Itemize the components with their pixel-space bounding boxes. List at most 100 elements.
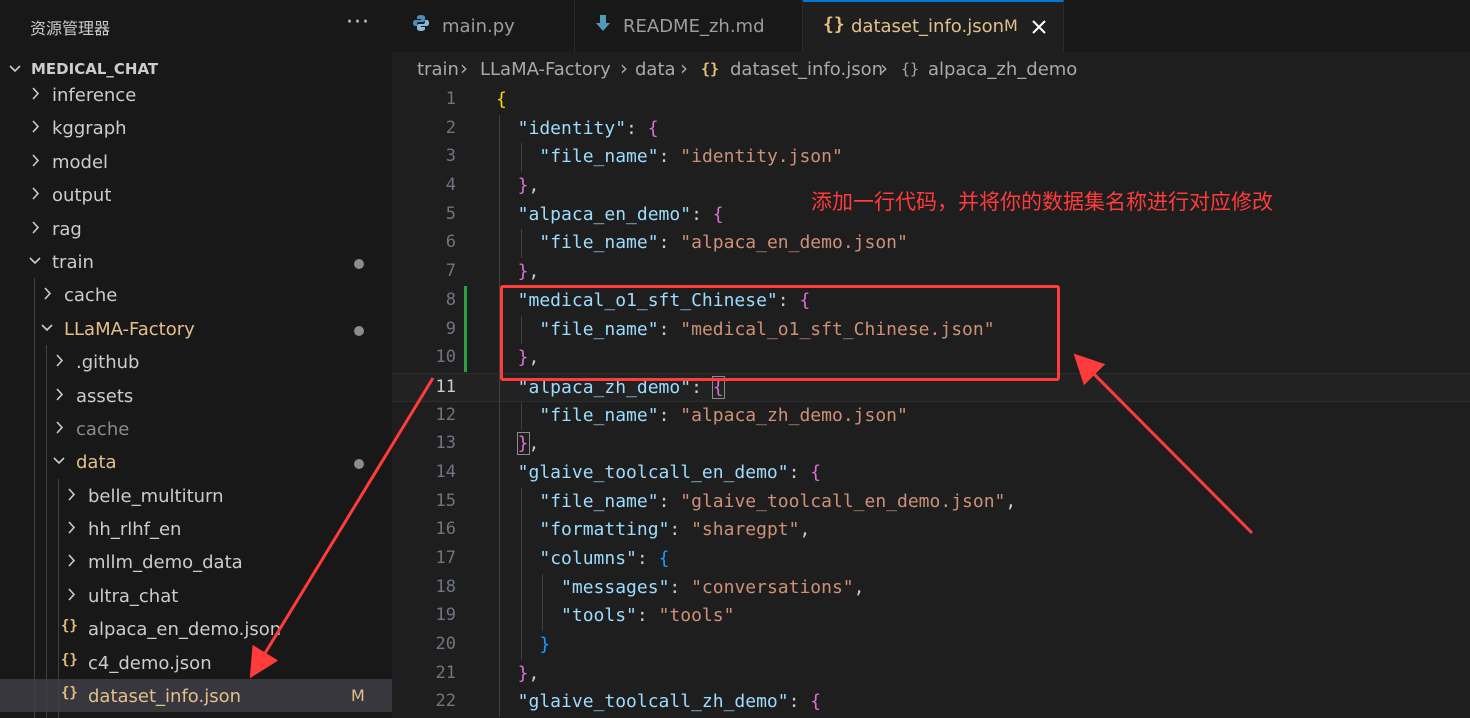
annotation-highlight-box [500,285,1060,381]
code-token: : [626,117,648,139]
tab-dataset-info-json[interactable]: {} dataset_info.json M [803,0,1064,52]
indent-guide [542,602,544,632]
line-number: 10 [435,347,456,368]
code-text: "glaive_toolcall_en_demo": { [518,462,821,483]
code-token: "tools" [658,605,735,627]
modified-badge: M [1004,16,1018,35]
tree-file[interactable]: {} [0,712,392,718]
tree-folder[interactable]: output [0,178,392,211]
breadcrumb-item[interactable]: train [417,59,459,80]
tree-item-label: train [52,251,94,273]
code-token: "conversations" [691,576,854,598]
tree-folder[interactable]: rag [0,212,392,245]
chevron-right-icon [52,415,66,445]
tree-file[interactable]: {} dataset_info.json M [0,679,392,713]
indent-guide [46,679,47,713]
chevron-right-icon [28,148,42,178]
chevron-right-icon [64,515,78,545]
code-token: , [799,519,811,541]
chevron-right-icon [28,114,42,144]
tab-readme-zh[interactable]: README_zh.md [575,0,803,52]
breadcrumb-item[interactable]: LLaMA-Factory [480,59,611,80]
close-icon[interactable] [1031,12,1047,48]
indent-guide [520,487,522,517]
code-text: } [539,634,550,655]
code-editor[interactable]: 1{2 "identity": {3 "file_name": "identity.… [392,86,1470,718]
code-text: "formatting": "sharegpt", [539,519,810,540]
code-token: , [528,662,540,684]
line-number: 3 [445,146,456,167]
code-token: { [647,117,659,139]
line-number: 12 [435,404,456,425]
indent-guide [46,378,47,412]
tab-main-py[interactable]: main.py [392,0,575,52]
code-text: "alpaca_en_demo": { [518,204,724,225]
chevron-down-icon [40,315,54,345]
indent-guide [34,512,35,546]
tree-item-label: cache [76,418,130,440]
tree-folder[interactable]: hh_rlhf_en [0,512,392,546]
markdown-icon [595,14,611,37]
explorer-header: 资源管理器 ··· [0,0,392,52]
explorer-sidebar: 资源管理器 ··· MEDICAL_CHAT inference kggraph m… [0,0,392,718]
code-text: "tools": "tools" [561,605,734,626]
line-number: 8 [445,289,456,310]
code-lines: 1{2 "identity": {3 "file_name": "identity.… [392,86,1470,718]
line-number: 2 [445,117,456,138]
code-line: 20} [392,631,1470,660]
code-token: { [810,691,822,713]
tree-folder[interactable]: cache [0,411,392,446]
ellipsis-icon[interactable]: ··· [346,10,370,35]
code-line: 2 "identity": { [392,114,1470,144]
code-line: 1{ [392,86,1470,115]
tree-file[interactable]: {} c4_demo.json [0,645,392,680]
indent-guide [499,602,500,632]
code-text: "file_name": "alpaca_zh_demo.json" [539,405,907,426]
code-token: : [658,490,681,512]
breadcrumb-item[interactable]: dataset_info.json [730,59,883,80]
tree-folder[interactable]: ultra_chat [0,578,392,613]
json-icon: {} [61,685,78,702]
code-token: "file_name" [539,146,659,168]
line-number: 22 [435,691,456,712]
chevron-right-icon: › [620,56,628,80]
tree-item-label: dataset_info.json [88,686,242,708]
tree-folder[interactable]: belle_multiturn [0,478,392,513]
tree-folder[interactable]: kggraph [0,111,392,144]
tree-folder[interactable]: mllm_demo_data [0,545,392,579]
line-number: 20 [435,634,456,655]
tree-file[interactable]: {} alpaca_en_demo.json [0,612,392,646]
code-token: , [1005,490,1017,512]
tree-item-label: c4_demo.json [88,652,212,674]
code-text: "file_name": "glaive_toolcall_en_demo.js… [539,491,1016,512]
breadcrumb-item[interactable]: data [635,59,676,80]
indent-guide [542,573,544,603]
line-number: 1 [445,89,456,109]
tree-folder[interactable]: inference [0,78,392,111]
code-text: "file_name": "identity.json" [539,146,842,167]
indent-guide [34,278,35,312]
explorer-title: 资源管理器 [30,19,111,38]
code-token: : [691,203,713,225]
code-text: }, [518,175,540,196]
tree-folder[interactable]: model [0,145,392,178]
breadcrumb: train › LLaMA-Factory › data › {} datase… [392,52,1470,86]
code-line: 17 "columns": { [392,545,1470,574]
chevron-right-icon [28,81,42,111]
chevron-down-icon [28,248,42,278]
chevron-right-icon: › [880,56,888,80]
code-token: "alpaca_en_demo.json" [680,232,908,254]
tree-folder[interactable]: LLaMA-Factory [0,311,392,346]
code-token: : [788,461,811,483]
tree-folder[interactable]: .github [0,345,392,379]
code-token: } [517,662,529,684]
tree-item-label: inference [52,85,137,106]
tree-folder[interactable]: assets [0,378,392,412]
tree-folder[interactable]: cache [0,278,392,312]
tree-folder[interactable]: data [0,445,392,479]
breadcrumb-item[interactable]: alpaca_zh_demo [928,59,1077,80]
indent-guide [499,258,500,287]
tree-item-label: ultra_chat [88,585,179,607]
annotation-text: 添加一行代码，并将你的数据集名称进行对应修改 [811,190,1273,214]
tree-folder[interactable]: train [0,245,392,278]
